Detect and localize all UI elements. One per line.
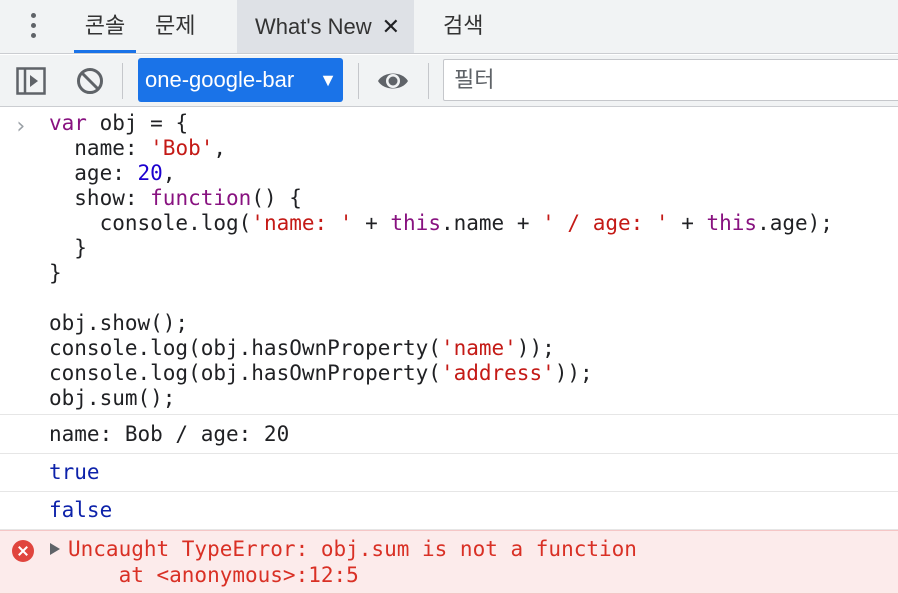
tab-search[interactable]: 검색	[443, 0, 483, 53]
console-log-message: false	[0, 492, 898, 530]
tab-whats-new[interactable]: What's New ✕	[237, 0, 415, 53]
code-token-num: 20	[137, 161, 163, 185]
code-token-str: 'address'	[440, 361, 555, 385]
code-token: age:	[49, 161, 138, 185]
code-token: +	[352, 211, 391, 235]
tab-issues[interactable]: 문제	[155, 0, 195, 53]
code-token: ,	[213, 136, 227, 160]
error-stack-link[interactable]: at <anonymous>:12:5	[68, 563, 359, 588]
console-log-message: name: Bob / age: 20	[0, 416, 898, 454]
console-log-message: true	[0, 454, 898, 492]
code-token: ,	[162, 161, 176, 185]
code-line: obj.show();	[49, 311, 188, 336]
code-token: console.log(obj.hasOwnProperty(	[49, 336, 441, 360]
code-token: console.log(	[49, 211, 252, 235]
code-line: console.log(obj.hasOwnProperty('name'));	[49, 336, 555, 361]
prompt-chevron-icon: ›	[14, 114, 28, 139]
code-token-kw: function	[150, 186, 252, 210]
live-expression-eye-icon[interactable]	[376, 69, 410, 93]
code-token-str: 'Bob'	[150, 136, 214, 160]
error-icon	[12, 540, 34, 562]
error-message-text: Uncaught TypeError: obj.sum is not a fun…	[68, 537, 637, 561]
tab-whats-new-label: What's New	[255, 14, 372, 39]
devtools-tab-bar: 콘솔 문제 What's New ✕ 검색	[0, 0, 898, 54]
chevron-down-icon: ▼	[319, 70, 337, 90]
code-line: console.log(obj.hasOwnProperty('address'…	[49, 361, 593, 386]
code-line: obj.sum();	[49, 386, 175, 411]
context-selector-value: one-google-bar	[145, 67, 295, 92]
code-line: age: 20,	[49, 161, 175, 186]
code-token: }	[49, 236, 87, 260]
console-input-entry: › var obj = { name: 'Bob', age: 20, show…	[0, 108, 898, 415]
code-token-kw: this	[390, 211, 441, 235]
console-toolbar: one-google-bar ▼	[0, 55, 898, 107]
code-token: .age);	[757, 211, 833, 235]
code-token: +	[668, 211, 707, 235]
code-token: obj = {	[86, 111, 189, 135]
sidebar-toggle-icon[interactable]	[16, 67, 46, 95]
code-token: obj.show();	[49, 311, 189, 335]
log-value-true: true	[49, 460, 100, 484]
clear-console-icon[interactable]	[75, 66, 105, 96]
log-text: name: Bob / age: 20	[49, 422, 290, 446]
code-line: show: function() {	[49, 186, 302, 211]
filter-input[interactable]	[443, 59, 898, 101]
code-token-kw: var	[49, 111, 87, 135]
code-line: console.log('name: ' + this.name + ' / a…	[49, 211, 833, 236]
log-value-false: false	[49, 498, 113, 522]
code-token-str: 'name'	[440, 336, 517, 360]
code-token-kw: this	[706, 211, 758, 235]
more-options-icon[interactable]	[22, 11, 46, 43]
context-selector[interactable]: one-google-bar ▼	[138, 58, 343, 102]
code-token: () {	[251, 186, 302, 210]
code-token: }	[49, 261, 62, 285]
code-token-str: 'name: '	[251, 211, 353, 235]
toolbar-divider	[358, 63, 359, 99]
tab-console[interactable]: 콘솔	[74, 0, 136, 53]
code-line: }	[49, 236, 87, 261]
console-error-message: Uncaught TypeError: obj.sum is not a fun…	[0, 530, 898, 594]
code-line: }	[49, 261, 62, 286]
code-token: show:	[49, 186, 151, 210]
code-line: var obj = {	[49, 111, 188, 136]
close-icon[interactable]: ✕	[382, 15, 400, 40]
console-messages: › var obj = { name: 'Bob', age: 20, show…	[0, 108, 898, 594]
code-token-str: ' / age: '	[542, 211, 669, 235]
code-token: .name +	[440, 211, 543, 235]
code-token: ));	[554, 361, 593, 385]
code-token: obj.sum();	[49, 386, 176, 410]
code-token: name:	[49, 136, 151, 160]
code-token: ));	[516, 336, 555, 360]
toolbar-divider	[428, 63, 429, 99]
code-line: name: 'Bob',	[49, 136, 226, 161]
toolbar-divider	[122, 63, 123, 99]
code-token: console.log(obj.hasOwnProperty(	[49, 361, 441, 385]
expand-triangle-icon[interactable]	[50, 543, 60, 555]
